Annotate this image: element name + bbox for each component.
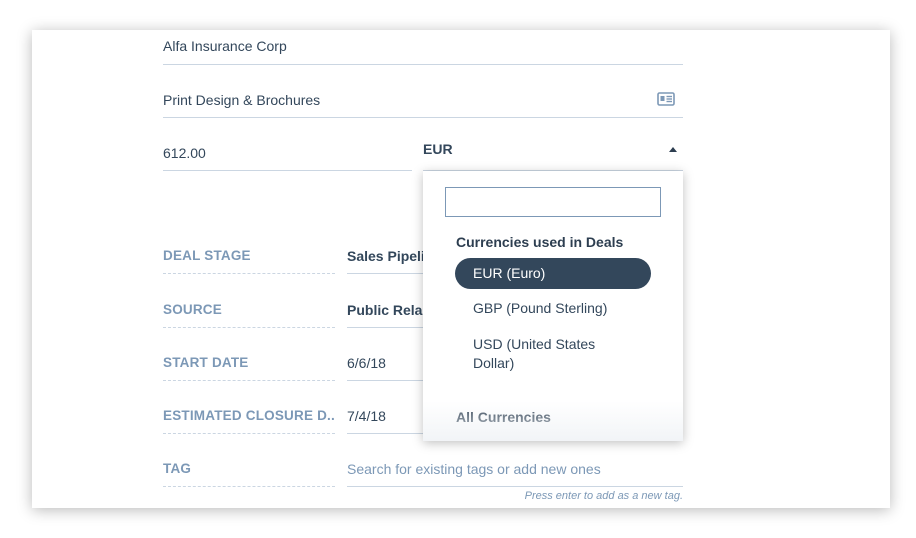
group-heading-all: All Currencies: [456, 409, 551, 425]
currency-option-eur[interactable]: EUR (Euro): [455, 258, 651, 289]
property-label: SOURCE: [163, 302, 335, 328]
amount-field[interactable]: 612.00: [163, 135, 412, 171]
currency-option-usd[interactable]: USD (United States Dollar): [455, 329, 651, 379]
deal-name-field[interactable]: Print Design & Brochures: [163, 80, 683, 118]
currency-select[interactable]: EUR: [423, 135, 683, 171]
company-value: Alfa Insurance Corp: [163, 38, 287, 54]
property-label: DEAL STAGE: [163, 248, 335, 274]
caret-up-icon: [669, 147, 677, 152]
company-field[interactable]: Alfa Insurance Corp: [163, 30, 683, 65]
property-label: ESTIMATED CLOSURE D...: [163, 408, 335, 434]
property-label: TAG: [163, 461, 335, 487]
deal-name-value: Print Design & Brochures: [163, 92, 321, 108]
property-label: START DATE: [163, 355, 335, 381]
contact-card-icon[interactable]: [657, 92, 675, 109]
currency-dropdown: Currencies used in Deals EUR (Euro) GBP …: [423, 171, 683, 441]
tag-search-input[interactable]: Search for existing tags or add new ones: [347, 461, 683, 487]
group-heading-used: Currencies used in Deals: [456, 234, 624, 250]
tag-hint: Press enter to add as a new tag.: [524, 490, 683, 502]
deal-form-panel: Alfa Insurance Corp Print Design & Broch…: [32, 30, 890, 508]
amount-value: 612.00: [163, 145, 206, 161]
currency-search-input[interactable]: [445, 187, 661, 217]
currency-option-gbp[interactable]: GBP (Pound Sterling): [455, 293, 651, 324]
currency-value: EUR: [423, 141, 453, 157]
